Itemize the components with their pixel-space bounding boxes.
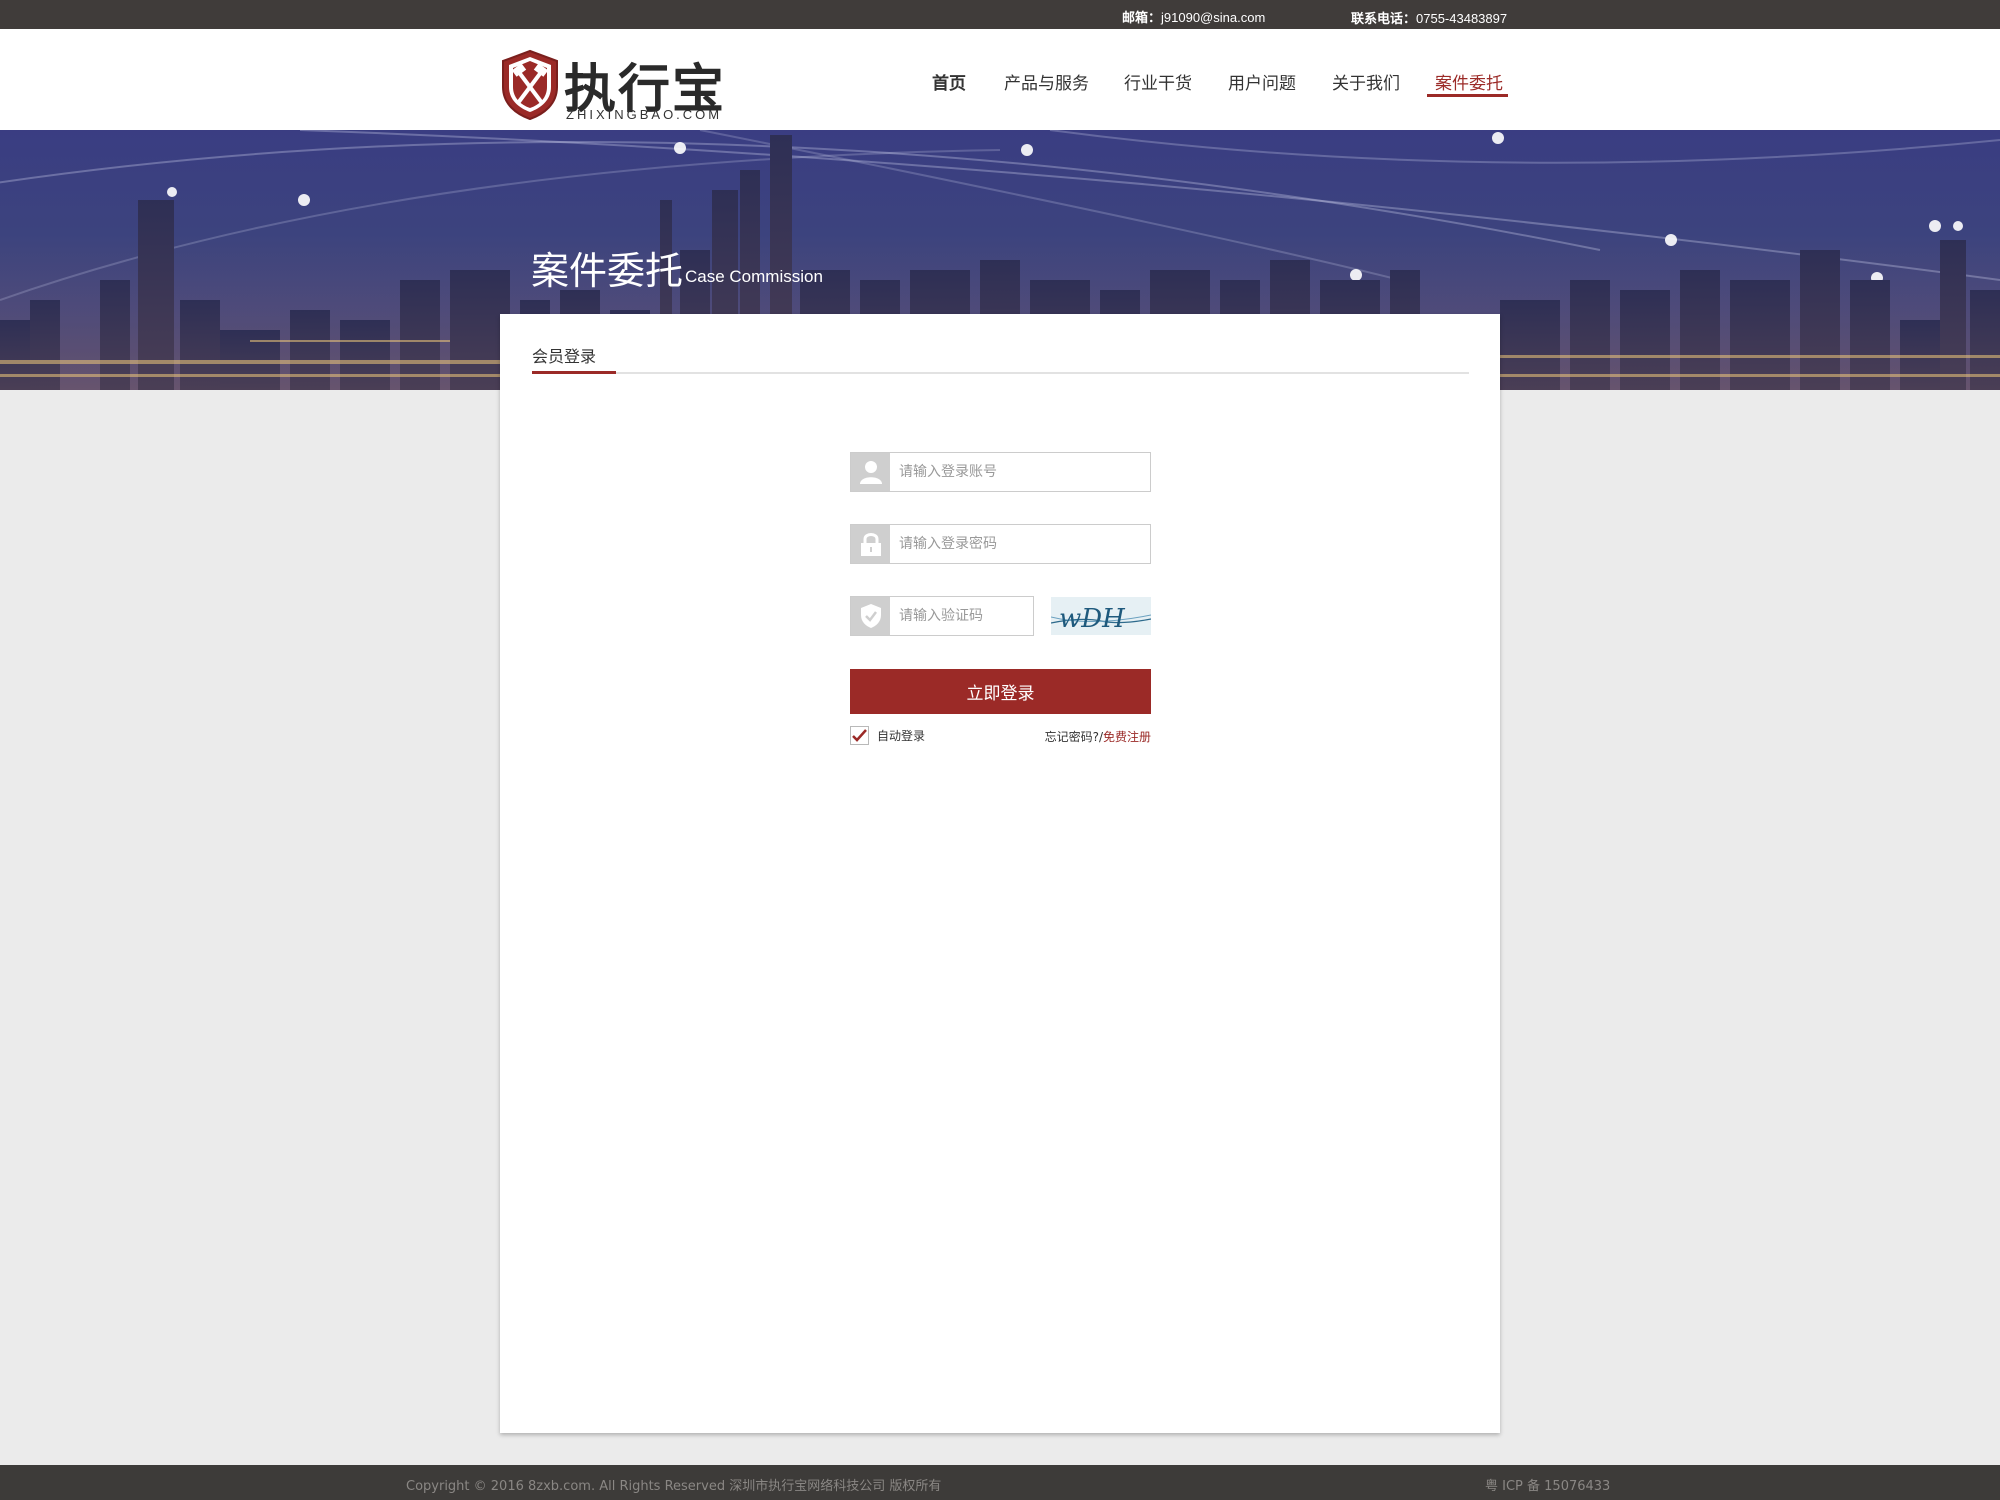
lock-icon [851,525,890,563]
contact-phone: 联系电话：0755-43483897 [1351,8,1507,27]
nav-products[interactable]: 产品与服务 [1004,69,1089,94]
contact-email: 邮箱：j91090@sina.com [1122,7,1265,26]
nav-home[interactable]: 首页 [932,69,966,94]
nav-case-commission[interactable]: 案件委托 [1435,69,1503,94]
phone-label: 联系电话： [1351,11,1417,26]
phone-value: 0755-43483897 [1416,11,1508,26]
nav-industry[interactable]: 行业干货 [1124,69,1192,94]
captcha-image[interactable]: wDH [1051,597,1151,635]
checkmark-icon [852,729,867,742]
nav-active-indicator [1427,94,1508,97]
account-field [850,452,1151,492]
shield-hammer-icon [502,49,558,121]
email-label: 邮箱： [1122,10,1162,25]
login-card: 会员登录 请输入登录账号 请输入验证码 wDH 立即登录 自动登录 忘记密码?/… [500,314,1500,1433]
login-button[interactable]: 立即登录 [850,669,1151,714]
auto-login-label: 自动登录 [877,729,926,743]
captcha-input[interactable] [891,597,1033,635]
register-link[interactable]: 免费注册 [1103,730,1151,744]
captcha-field [850,596,1034,636]
password-input[interactable] [891,525,1150,563]
tab-divider [532,372,1469,374]
site-logo[interactable]: 执行宝 ZHIXINGBAO.COM [500,45,740,125]
nav-faq[interactable]: 用户问题 [1228,69,1296,94]
footer-icp: 粤 ICP 备 15076433 [1485,1479,1611,1494]
captcha-text: wDH [1059,604,1126,634]
site-header: 执行宝 ZHIXINGBAO.COM 首页 产品与服务 行业干货 用户问题 关于… [0,29,2000,130]
password-field [850,524,1151,564]
user-icon [851,453,890,491]
shield-check-icon [851,597,890,635]
logo-domain: ZHIXINGBAO.COM [566,107,723,122]
banner-title: 案件委托 [531,249,684,293]
auto-login: 自动登录 [850,726,925,745]
forgot-password-link[interactable]: 忘记密码? [1045,730,1099,744]
banner-subtitle: Case Commission [685,267,823,286]
tab-member-login[interactable]: 会员登录 [532,343,596,367]
top-contact-bar: 邮箱：j91090@sina.com 联系电话：0755-43483897 [0,0,2000,29]
account-links: 忘记密码?/免费注册 [1020,728,1151,745]
tab-active-indicator [532,371,616,374]
auto-login-checkbox[interactable] [850,726,869,745]
email-value: j91090@sina.com [1161,10,1266,25]
site-footer: Copyright © 2016 8zxb.com. All Rights Re… [0,1465,2000,1500]
nav-about[interactable]: 关于我们 [1332,69,1400,94]
account-input[interactable] [891,453,1150,491]
footer-copyright: Copyright © 2016 8zxb.com. All Rights Re… [406,1479,942,1494]
